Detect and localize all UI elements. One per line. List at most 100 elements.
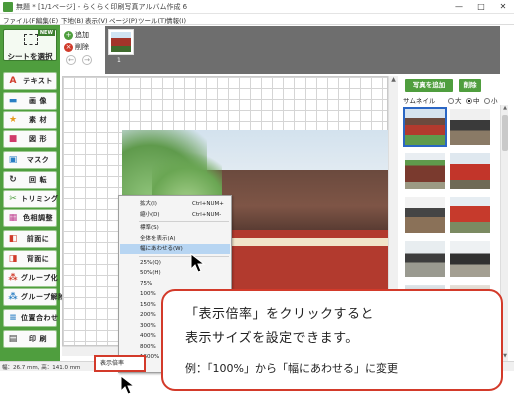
tool-label: 位置合わせ bbox=[21, 314, 59, 322]
zoom-menu-item-label: 300% bbox=[140, 322, 156, 329]
zoom-menu-item-label: 800% bbox=[140, 343, 156, 350]
mask-icon: ▣ bbox=[8, 155, 18, 165]
scroll-up-icon[interactable]: ▲ bbox=[389, 76, 398, 85]
thumb-size-small[interactable]: 小 bbox=[484, 95, 498, 105]
page-number: 1 bbox=[117, 57, 121, 64]
zoom-menu-item-label: 150% bbox=[140, 301, 156, 308]
zoom-ratio-button[interactable]: 表示倍率 bbox=[94, 355, 146, 372]
zoom-menu-item[interactable]: 幅にあわせる(W) bbox=[120, 244, 230, 254]
zoom-menu-shortcut: Ctrl+NUM- bbox=[192, 211, 222, 218]
zoom-menu-item[interactable]: 25%(Q) bbox=[120, 258, 230, 268]
size-large-label: 大 bbox=[455, 97, 462, 105]
maximize-button[interactable]: □ bbox=[470, 1, 492, 13]
tool-button-print[interactable]: ▤ 印 刷 bbox=[3, 330, 57, 348]
tool-label: テキスト bbox=[23, 77, 53, 85]
scroll-up-icon[interactable]: ▲ bbox=[501, 105, 509, 113]
tool-label: グループ解除 bbox=[21, 293, 66, 301]
menu-file[interactable]: ファイル(F) bbox=[3, 15, 38, 25]
photo-thumbnail[interactable] bbox=[450, 109, 490, 145]
zoom-menu-item[interactable]: 75% bbox=[120, 279, 230, 289]
prev-page-icon[interactable]: ← bbox=[66, 55, 76, 65]
tool-button-star[interactable]: ★ 素 材 bbox=[3, 111, 57, 129]
zoom-menu-item[interactable]: 全体を表示(A) bbox=[120, 234, 230, 244]
tool-button-send-back[interactable]: ◨ 背面に bbox=[3, 250, 57, 268]
photo-thumbnail[interactable] bbox=[450, 197, 490, 233]
photo-thumbnail[interactable] bbox=[405, 241, 445, 277]
text-icon: A bbox=[9, 76, 17, 86]
shape-icon: ■ bbox=[8, 134, 18, 144]
thumb-size-medium[interactable]: 中 bbox=[466, 95, 480, 105]
left-toolbar: NEW シートを選択 A テキスト ▬ 画 像 ★ 素 材 ■ 図 形 ▣ マスク ↻ 回 転 ✂ トリミ… bbox=[0, 25, 66, 361]
zoom-menu-item-label: 25%(Q) bbox=[140, 259, 161, 266]
tool-button-shape[interactable]: ■ 図 形 bbox=[3, 130, 57, 148]
zoom-menu-item[interactable]: 標準(S) bbox=[120, 223, 230, 233]
tool-button-trim[interactable]: ✂ トリミング bbox=[3, 190, 58, 208]
tool-button-rotate[interactable]: ↻ 回 転 bbox=[3, 171, 57, 189]
delete-icon: × bbox=[64, 42, 73, 52]
image-icon: ▬ bbox=[8, 96, 18, 106]
zoom-menu-shortcut: Ctrl+NUM+ bbox=[192, 201, 224, 207]
callout-line-2: 表示サイズを設定できます。 bbox=[185, 331, 359, 346]
zoom-menu-item-label: 幅にあわせる(W) bbox=[140, 246, 183, 252]
tool-button-group[interactable]: ⁂ グループ化 bbox=[3, 269, 58, 287]
menu-background[interactable]: 下地(B) bbox=[61, 15, 84, 25]
zoom-menu-item[interactable]: 拡大(I) Ctrl+NUM+ bbox=[120, 199, 230, 209]
tool-label: 画 像 bbox=[29, 97, 47, 105]
zoom-menu-item[interactable]: 縮小(D) Ctrl+NUM- bbox=[120, 210, 230, 220]
star-icon: ★ bbox=[8, 115, 18, 125]
tool-button-color-adjust[interactable]: ▦ 色相調整 bbox=[3, 209, 57, 227]
select-sheet-button[interactable]: NEW シートを選択 bbox=[3, 29, 57, 61]
menu-edit[interactable]: 編集(E) bbox=[36, 15, 58, 25]
menu-separator bbox=[139, 221, 229, 222]
tool-label: 回 転 bbox=[29, 176, 47, 184]
menu-view[interactable]: 表示(V) bbox=[85, 15, 108, 25]
close-button[interactable]: ✕ bbox=[492, 1, 514, 13]
thumbnail-size-label: サムネイル bbox=[403, 97, 436, 105]
trim-icon: ✂ bbox=[9, 194, 17, 204]
tool-button-image[interactable]: ▬ 画 像 bbox=[3, 92, 57, 110]
select-sheet-label: シートを選択 bbox=[7, 52, 53, 61]
menu-page[interactable]: ページ(P) bbox=[109, 15, 137, 25]
zoom-menu-item-label: 全体を表示(A) bbox=[140, 235, 176, 242]
delete-page-button[interactable]: × 削除 bbox=[64, 42, 89, 52]
selection-size-text: 幅：26.7 mm, 高：141.0 mm bbox=[2, 365, 81, 371]
photo-thumbnail[interactable] bbox=[450, 153, 490, 189]
group-icon: ⁂ bbox=[8, 273, 18, 283]
tool-button-align[interactable]: ≡ 位置合わせ bbox=[3, 309, 59, 327]
select-area-icon bbox=[24, 34, 38, 45]
tool-label: 印 刷 bbox=[29, 335, 47, 343]
align-icon: ≡ bbox=[9, 313, 17, 323]
photo-thumbnail[interactable] bbox=[450, 241, 490, 277]
add-photo-button[interactable]: 写真を追加 bbox=[405, 79, 453, 92]
menu-bar: ファイル(F) 編集(E) 下地(B) 表示(V) ページ(P) ツール(T) … bbox=[0, 14, 514, 25]
photo-thumbnail[interactable] bbox=[405, 197, 445, 233]
tool-label: 図 形 bbox=[29, 135, 47, 143]
zoom-menu-item-label: 400% bbox=[140, 333, 156, 339]
tool-button-bring-front[interactable]: ◧ 前面に bbox=[3, 230, 57, 248]
rotate-icon: ↻ bbox=[9, 175, 17, 185]
add-page-label: 追加 bbox=[75, 31, 89, 39]
menu-info[interactable]: 情報(I) bbox=[166, 15, 186, 25]
delete-page-label: 削除 bbox=[75, 43, 89, 51]
photo-thumbnail[interactable] bbox=[405, 153, 445, 189]
radio-selected-icon bbox=[466, 98, 472, 104]
scrollbar-thumb[interactable] bbox=[502, 115, 508, 151]
photo-thumbnail[interactable] bbox=[403, 107, 447, 147]
tool-button-ungroup[interactable]: ⁂ グループ解除 bbox=[3, 288, 66, 306]
zoom-menu-item-label: 縮小(D) bbox=[140, 211, 160, 218]
add-page-button[interactable]: + 追加 bbox=[64, 30, 89, 40]
zoom-menu-item-label: 75% bbox=[140, 280, 153, 287]
print-icon: ▤ bbox=[8, 334, 18, 344]
page-thumbnail[interactable] bbox=[108, 29, 134, 55]
thumb-size-large[interactable]: 大 bbox=[448, 95, 462, 105]
menu-tools[interactable]: ツール(T) bbox=[138, 15, 167, 25]
minimize-button[interactable]: — bbox=[448, 1, 470, 13]
delete-photo-button[interactable]: 削除 bbox=[459, 79, 481, 92]
next-page-icon[interactable]: → bbox=[82, 55, 92, 65]
zoom-menu-item[interactable]: 50%(H) bbox=[120, 268, 230, 278]
tool-button-mask[interactable]: ▣ マスク bbox=[3, 151, 57, 169]
window-title: 無題 * [1/1ページ] - らくらく印刷写真アルバム作成 6 bbox=[16, 3, 188, 11]
tool-button-text[interactable]: A テキスト bbox=[3, 72, 57, 90]
page-thumbnail-strip bbox=[105, 26, 500, 74]
tool-label: 前面に bbox=[26, 235, 50, 243]
